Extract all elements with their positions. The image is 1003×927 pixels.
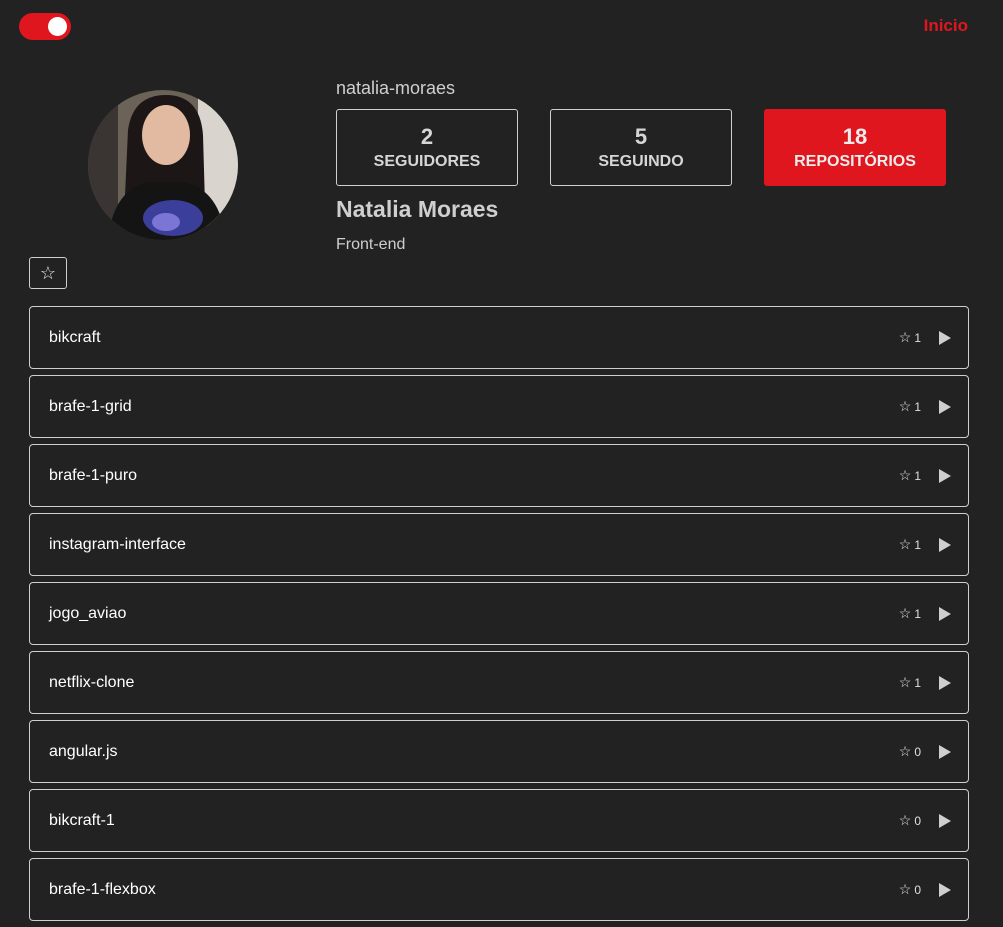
repo-star-count: 0 xyxy=(914,744,921,759)
play-arrow-icon[interactable] xyxy=(939,399,951,414)
repository-list: bikcraft ☆ 1 brafe-1-grid ☆ 1 brafe-1-puro… xyxy=(29,306,969,927)
repo-item[interactable]: jogo_aviao ☆ 1 xyxy=(29,582,969,645)
repo-star-count: 1 xyxy=(914,399,921,414)
star-icon: ☆ xyxy=(898,467,912,483)
repo-item[interactable]: bikcraft-1 ☆ 0 xyxy=(29,789,969,852)
star-icon: ☆ xyxy=(898,674,912,690)
favorite-button[interactable]: ☆ xyxy=(29,257,67,289)
play-arrow-icon[interactable] xyxy=(939,882,951,897)
repo-name: instagram-interface xyxy=(49,535,186,553)
star-icon: ☆ xyxy=(898,605,912,621)
star-outline-icon: ☆ xyxy=(39,262,57,283)
repo-name: netflix-clone xyxy=(49,673,135,691)
profile-bio: Front-end xyxy=(336,236,406,253)
followers-count: 2 xyxy=(420,124,434,149)
play-arrow-icon[interactable] xyxy=(939,744,951,759)
repo-stars: ☆ 1 xyxy=(899,605,921,622)
repo-item[interactable]: brafe-1-grid ☆ 1 xyxy=(29,375,969,438)
repo-stars: ☆ 1 xyxy=(899,398,921,415)
repositories-label: REPOSITÓRIOS xyxy=(794,153,916,170)
repo-item[interactable]: brafe-1-flexbox ☆ 0 xyxy=(29,858,969,921)
repo-item[interactable]: instagram-interface ☆ 1 xyxy=(29,513,969,576)
repo-star-count: 0 xyxy=(914,882,921,897)
repo-name: brafe-1-grid xyxy=(49,397,132,415)
repo-name: bikcraft-1 xyxy=(49,811,115,829)
repo-star-count: 0 xyxy=(914,813,921,828)
avatar xyxy=(88,90,238,240)
repo-stars: ☆ 0 xyxy=(899,812,921,829)
repo-item[interactable]: netflix-clone ☆ 1 xyxy=(29,651,969,714)
following-label: SEGUINDO xyxy=(598,153,684,170)
repo-star-count: 1 xyxy=(914,537,921,552)
play-arrow-icon[interactable] xyxy=(939,468,951,483)
star-icon: ☆ xyxy=(898,812,912,828)
repo-star-count: 1 xyxy=(914,606,921,621)
repositories-stat[interactable]: 18 REPOSITÓRIOS xyxy=(764,109,946,186)
play-arrow-icon[interactable] xyxy=(939,606,951,621)
repositories-count: 18 xyxy=(842,124,868,149)
repo-stars: ☆ 0 xyxy=(899,743,921,760)
repo-name: brafe-1-flexbox xyxy=(49,880,156,898)
repo-item[interactable]: angular.js ☆ 0 xyxy=(29,720,969,783)
repo-name: bikcraft xyxy=(49,328,101,346)
repo-name: brafe-1-puro xyxy=(49,466,138,484)
theme-toggle[interactable] xyxy=(19,13,71,40)
repo-name: angular.js xyxy=(49,742,118,760)
followers-stat[interactable]: 2 SEGUIDORES xyxy=(336,109,518,186)
repo-stars: ☆ 1 xyxy=(899,329,921,346)
star-icon: ☆ xyxy=(898,881,912,897)
profile-name: Natalia Moraes xyxy=(336,196,499,222)
repo-stars: ☆ 0 xyxy=(899,881,921,898)
star-icon: ☆ xyxy=(898,398,912,414)
repo-stars: ☆ 1 xyxy=(899,536,921,553)
following-count: 5 xyxy=(634,124,648,149)
play-arrow-icon[interactable] xyxy=(939,330,951,345)
star-icon: ☆ xyxy=(898,743,912,759)
username: natalia-moraes xyxy=(336,78,456,98)
repo-stars: ☆ 1 xyxy=(899,674,921,691)
repo-stars: ☆ 1 xyxy=(899,467,921,484)
star-icon: ☆ xyxy=(898,536,912,552)
play-arrow-icon[interactable] xyxy=(939,537,951,552)
play-arrow-icon[interactable] xyxy=(939,813,951,828)
followers-label: SEGUIDORES xyxy=(373,153,481,170)
repo-item[interactable]: brafe-1-puro ☆ 1 xyxy=(29,444,969,507)
home-link[interactable]: Inicio xyxy=(924,16,968,36)
repo-name: jogo_aviao xyxy=(49,604,127,622)
repo-star-count: 1 xyxy=(914,675,921,690)
repo-star-count: 1 xyxy=(914,330,921,345)
play-arrow-icon[interactable] xyxy=(939,675,951,690)
repo-item[interactable]: bikcraft ☆ 1 xyxy=(29,306,969,369)
repo-star-count: 1 xyxy=(914,468,921,483)
toggle-knob xyxy=(48,17,67,36)
following-stat[interactable]: 5 SEGUINDO xyxy=(550,109,732,186)
star-icon: ☆ xyxy=(898,329,912,345)
